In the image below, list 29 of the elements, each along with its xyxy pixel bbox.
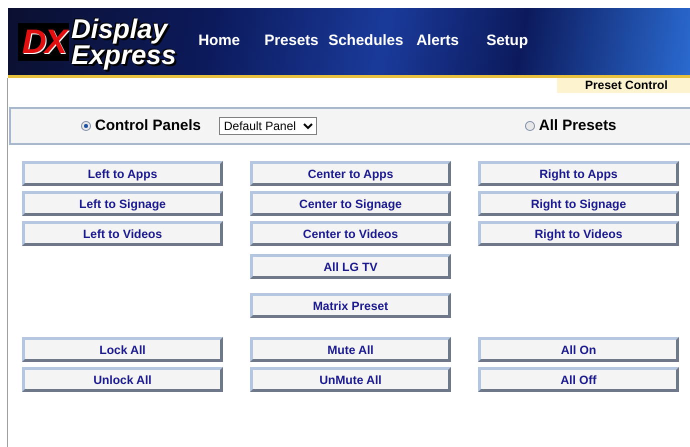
preset-button[interactable]: UnMute All bbox=[250, 367, 451, 392]
radio-label[interactable]: Control Panels bbox=[95, 114, 201, 138]
preset-button[interactable]: Right to Apps bbox=[478, 161, 679, 186]
preset-button[interactable]: Left to Videos bbox=[22, 221, 223, 246]
preset-button[interactable]: Left to Apps bbox=[22, 161, 223, 186]
panel-dropdown[interactable]: Default Panel bbox=[218, 117, 317, 135]
nav-link[interactable]: Alerts bbox=[416, 30, 486, 53]
logo-text: Display bbox=[71, 16, 170, 42]
preset-button[interactable]: Center to Apps bbox=[250, 161, 451, 186]
preset-button[interactable]: Mute All bbox=[250, 337, 451, 362]
nav-link[interactable]: Presets bbox=[264, 30, 328, 53]
preset-button[interactable]: Unlock All bbox=[22, 367, 223, 392]
preset-button[interactable]: Center to Signage bbox=[250, 191, 451, 216]
preset-button[interactable]: All On bbox=[478, 337, 679, 362]
preset-button[interactable]: Left to Signage bbox=[22, 191, 223, 216]
preset-button[interactable]: Right to Signage bbox=[478, 191, 679, 216]
radio-button[interactable] bbox=[81, 121, 91, 131]
logo-mark: DX bbox=[18, 22, 70, 60]
preset-button[interactable]: Center to Videos bbox=[250, 221, 451, 246]
preset-button[interactable]: Right to Videos bbox=[478, 221, 679, 246]
preset-button[interactable]: Lock All bbox=[22, 337, 223, 362]
nav-link[interactable]: Schedules bbox=[328, 30, 416, 53]
preset-button[interactable]: All LG TV bbox=[250, 254, 451, 279]
nav-link[interactable]: Home bbox=[198, 30, 264, 53]
preset-button[interactable]: All Off bbox=[478, 367, 679, 392]
radio-label[interactable]: All Presets bbox=[538, 114, 616, 138]
radio-button[interactable] bbox=[524, 121, 535, 131]
preset-button[interactable]: Matrix Preset bbox=[250, 293, 451, 318]
nav-link[interactable]: Setup bbox=[486, 30, 546, 53]
